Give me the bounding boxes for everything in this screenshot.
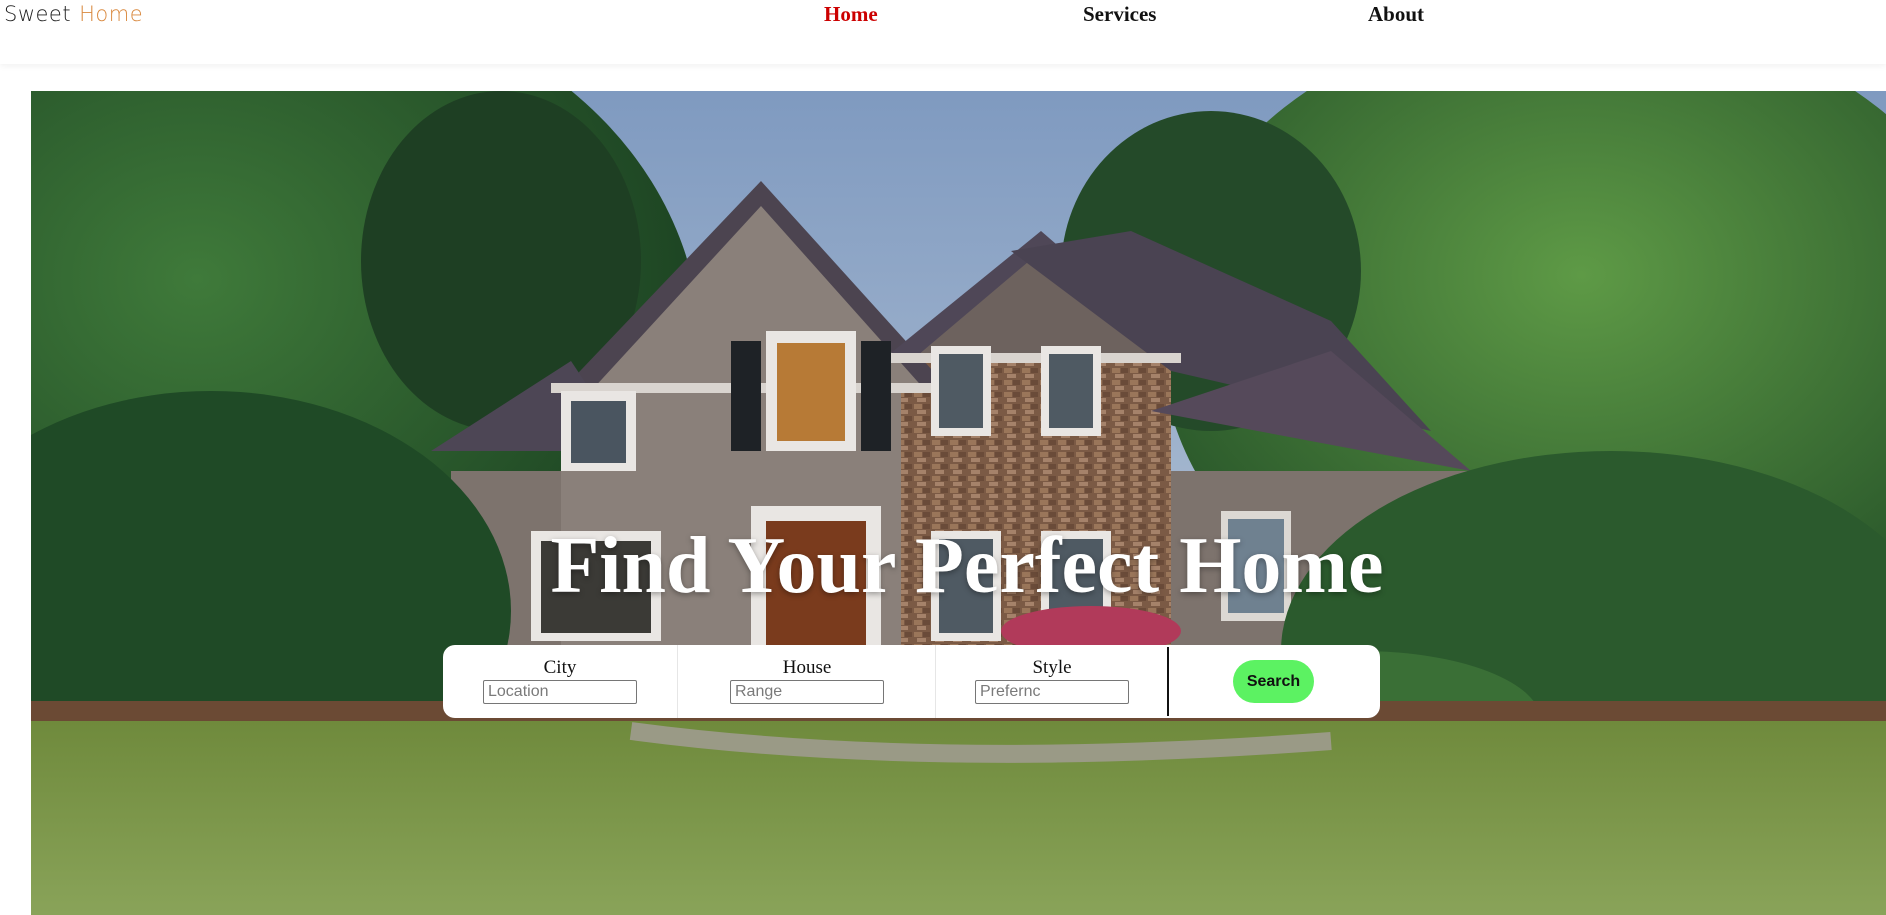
search-divider [1167, 647, 1169, 716]
house-input[interactable] [730, 680, 884, 704]
style-label: Style [1032, 657, 1072, 678]
nav-link-home[interactable]: Home [824, 1, 878, 27]
city-field: City [443, 645, 677, 718]
hero-house-image [31, 91, 1886, 915]
nav-link-services[interactable]: Services [1083, 1, 1156, 27]
house-label: House [782, 657, 832, 678]
brand-logo[interactable]: Sweet Home [4, 0, 143, 28]
site-header: Sweet Home Home Services About [0, 0, 1886, 64]
hero-section: Find Your Perfect Home Let Us Show You H… [31, 91, 1886, 915]
hero-title: Find Your Perfect Home [550, 522, 1384, 610]
brand-word-home: Home [79, 2, 144, 26]
search-button[interactable]: Search [1233, 660, 1314, 703]
house-field: House [677, 645, 936, 718]
search-panel: City House Style Search [443, 645, 1380, 718]
brand-word-sweet: Sweet [4, 2, 72, 26]
style-field: Style [935, 645, 1168, 718]
nav-link-about[interactable]: About [1368, 1, 1424, 27]
city-label: City [543, 657, 577, 678]
city-input[interactable] [483, 680, 637, 704]
style-input[interactable] [975, 680, 1129, 704]
